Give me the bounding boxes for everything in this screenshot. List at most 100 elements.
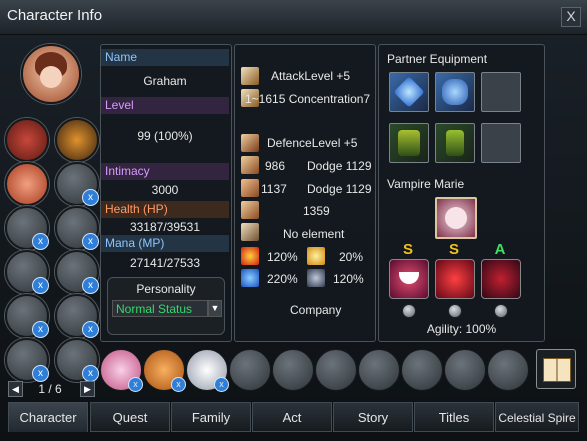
partner-skill-3[interactable] <box>481 259 521 299</box>
main-character-avatar[interactable] <box>21 44 81 104</box>
partner-empty-slot-1[interactable] <box>481 72 521 112</box>
x-badge-icon: x <box>214 377 229 392</box>
partner-agility: Agility: 100% <box>426 322 497 336</box>
armor-icon <box>442 79 468 105</box>
mana-label: Mana (MP) <box>101 235 229 252</box>
health-value: 33187/39531 <box>129 220 201 234</box>
pet-slot-4[interactable]: x <box>55 162 99 206</box>
tab-family[interactable]: Family <box>171 402 251 432</box>
personality-label: Personality <box>136 282 196 296</box>
skill-slot-indicator-1 <box>402 304 416 318</box>
x-badge-icon: x <box>82 365 99 382</box>
x-badge-icon: x <box>32 321 49 338</box>
bottom-pet-empty-7[interactable] <box>487 349 529 391</box>
window-title: Character Info <box>7 7 103 24</box>
pet-slot-12[interactable]: x <box>55 338 99 382</box>
partner-skill-1[interactable] <box>389 259 429 299</box>
partner-armor-slot[interactable] <box>435 72 475 112</box>
intimacy-label: Intimacy <box>101 163 229 180</box>
name-label: Name <box>101 49 229 66</box>
profile-panel: Name Graham Level 99 (100%) Intimacy 300… <box>100 44 232 342</box>
bottom-pet-empty-2[interactable] <box>272 349 314 391</box>
partner-portrait[interactable] <box>435 197 477 239</box>
bottom-pet-empty-1[interactable] <box>229 349 271 391</box>
water-resistance: 220% <box>267 272 298 286</box>
x-badge-icon: x <box>32 365 49 382</box>
name-value: Graham <box>143 74 187 88</box>
tab-story[interactable]: Story <box>333 402 413 432</box>
attack-level: AttackLevel +5 <box>271 69 351 83</box>
partner-equipment-title: Partner Equipment <box>387 52 488 66</box>
level-value: 99 (100%) <box>137 129 193 143</box>
ranged-defence: 1137 <box>261 182 287 196</box>
partner-empty-slot-2[interactable] <box>481 123 521 163</box>
next-page-button[interactable]: ▶ <box>80 381 95 397</box>
pet-slot-9[interactable]: x <box>5 294 49 338</box>
bottom-pet-empty-5[interactable] <box>401 349 443 391</box>
pet-slot-10[interactable]: x <box>55 294 99 338</box>
page-indicator: 1 / 6 <box>38 382 62 396</box>
pet-slot-11[interactable]: x <box>5 338 49 382</box>
pet-list: x x x x x x x x x <box>3 40 100 382</box>
intimacy-value: 3000 <box>151 183 179 197</box>
personality-box: Personality Normal Status ▼ <box>107 277 225 335</box>
tab-character[interactable]: Character <box>8 402 88 432</box>
pet-slot-2[interactable] <box>55 118 99 162</box>
bottom-pet-1[interactable]: x <box>100 349 143 392</box>
x-badge-icon: x <box>128 377 143 392</box>
tab-titles[interactable]: Titles <box>414 402 494 432</box>
defence-icon <box>241 134 259 152</box>
melee-dodge: Dodge 1129 <box>307 159 372 173</box>
pet-slot-1[interactable] <box>5 118 49 162</box>
ranged-dodge: Dodge 1129 <box>307 182 372 196</box>
skill-grade-3: A <box>494 241 506 258</box>
book-button[interactable] <box>536 349 576 389</box>
water-icon <box>241 269 259 287</box>
x-badge-icon: x <box>171 377 186 392</box>
pet-slot-8[interactable]: x <box>55 250 99 294</box>
tab-celestial-spire[interactable]: Celestial Spire <box>495 402 579 432</box>
partner-weapon-slot[interactable] <box>389 72 429 112</box>
light-icon <box>307 247 325 265</box>
personality-select[interactable]: Normal Status <box>112 300 208 317</box>
partner-gloves-slot[interactable] <box>389 123 429 163</box>
close-button[interactable]: X <box>561 7 581 27</box>
skill-grade-1: S <box>402 241 413 258</box>
bottom-pet-empty-4[interactable] <box>358 349 400 391</box>
pet-slot-6[interactable]: x <box>55 206 99 250</box>
x-badge-icon: x <box>82 277 99 294</box>
title-bar[interactable]: Character Info X <box>0 0 587 35</box>
pet-slot-5[interactable]: x <box>5 206 49 250</box>
bottom-pet-2[interactable]: x <box>143 349 186 392</box>
tab-act[interactable]: Act <box>252 402 332 432</box>
attack-range: 1~1615 Concentration7 <box>245 92 371 106</box>
prev-page-button[interactable]: ◀ <box>8 381 23 397</box>
skill-slot-indicator-2 <box>448 304 462 318</box>
melee-defence-icon <box>241 156 259 174</box>
character-info-window: Character Info X x x x x x x x x x Name … <box>0 0 587 441</box>
fang-skill-icon <box>399 272 419 284</box>
company-label: Company <box>290 303 342 317</box>
bottom-pet-empty-6[interactable] <box>444 349 486 391</box>
melee-defence: 986 <box>265 159 286 173</box>
x-badge-icon: x <box>32 277 49 294</box>
chevron-down-icon[interactable]: ▼ <box>208 300 222 317</box>
skill-grade-2: S <box>448 241 459 258</box>
fire-resistance: 120% <box>267 250 298 264</box>
magic-defence-icon <box>241 201 259 219</box>
gloves-icon <box>398 130 420 156</box>
partner-boots-slot[interactable] <box>435 123 475 163</box>
bottom-pet-3[interactable]: x <box>186 349 229 392</box>
weapon-icon <box>393 76 425 108</box>
x-badge-icon: x <box>82 233 99 250</box>
x-badge-icon: x <box>82 189 99 206</box>
tab-quest[interactable]: Quest <box>90 402 170 432</box>
magic-defence: 1359 <box>303 204 330 218</box>
partner-skill-2[interactable] <box>435 259 475 299</box>
pet-slot-3[interactable] <box>5 162 49 206</box>
pet-slot-7[interactable]: x <box>5 250 49 294</box>
bottom-pet-empty-3[interactable] <box>315 349 357 391</box>
boots-icon <box>446 130 464 156</box>
ranged-defence-icon <box>241 179 259 197</box>
fire-icon <box>241 247 259 265</box>
